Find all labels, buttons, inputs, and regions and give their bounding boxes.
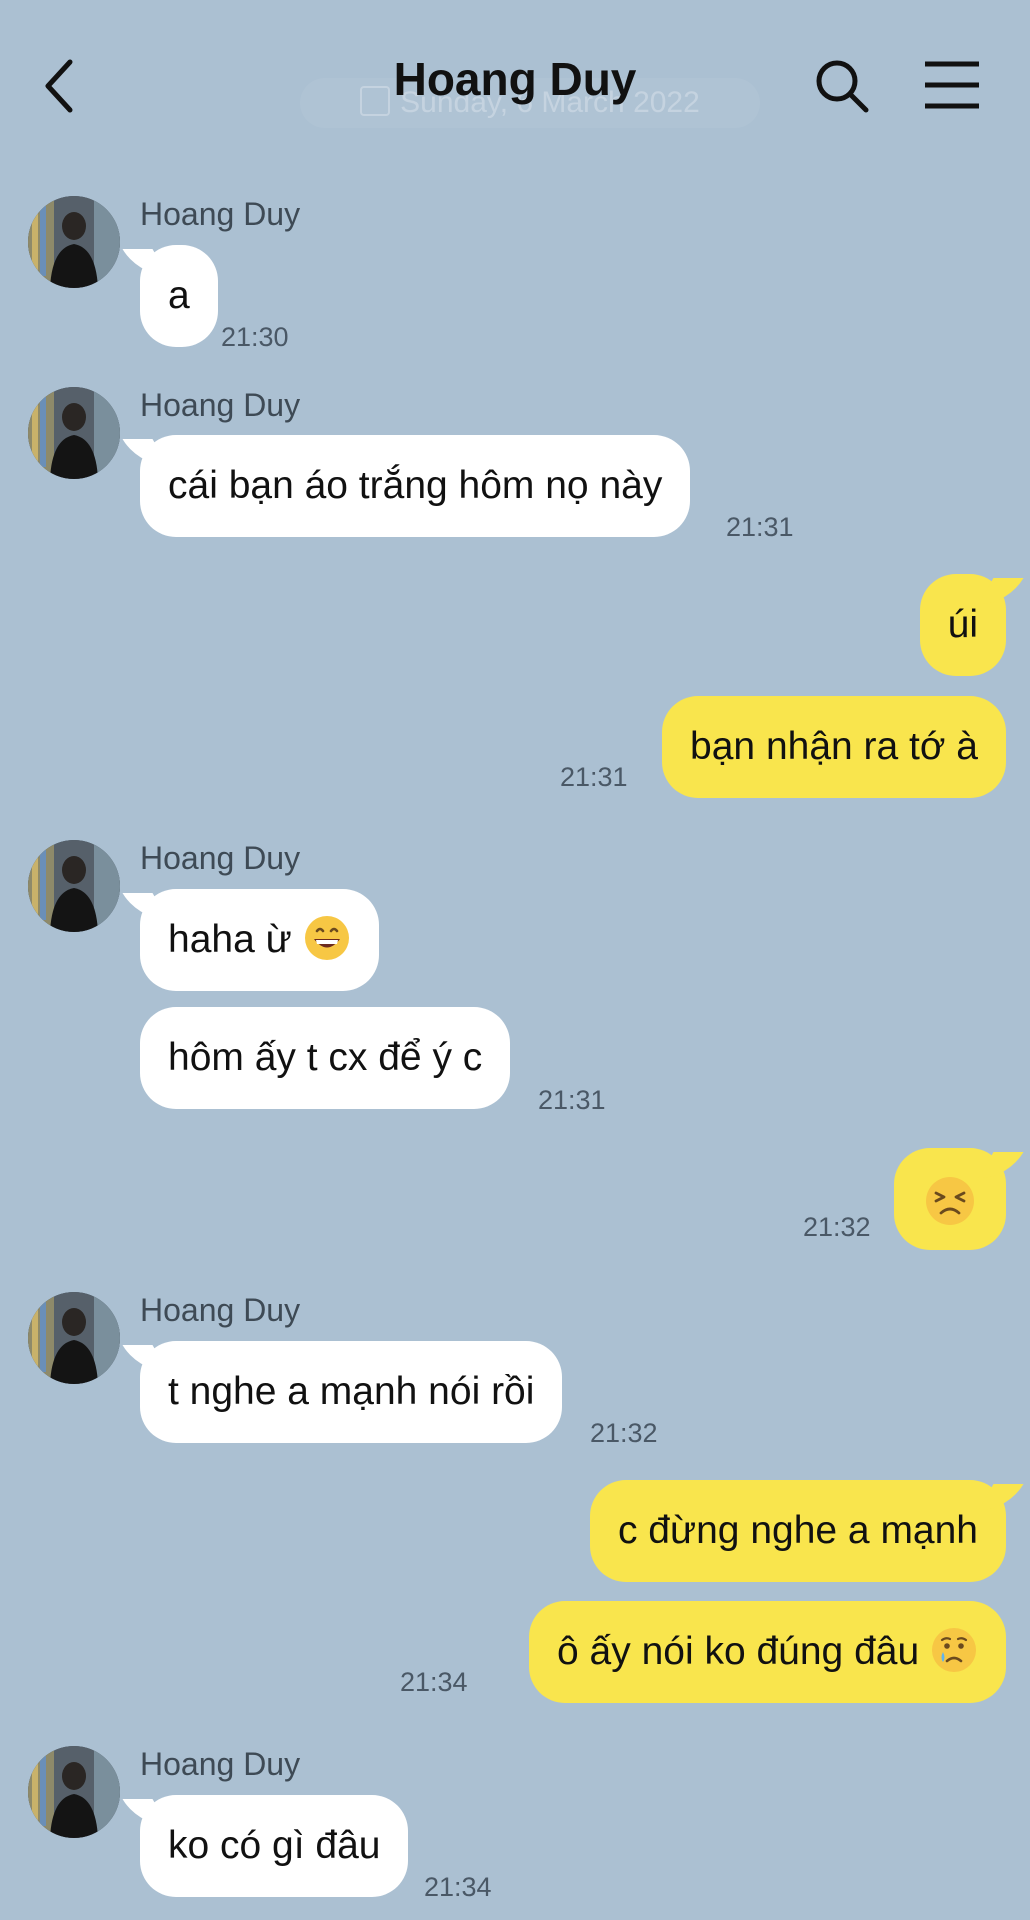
chevron-left-icon (45, 59, 73, 113)
message-bubble[interactable]: ko có gì đâu (140, 1795, 409, 1897)
back-button[interactable] (40, 56, 90, 116)
message-bubble-outgoing[interactable]: c đừng nghe a mạnh (589, 1480, 1006, 1582)
contact-avatar[interactable] (28, 1746, 120, 1838)
hamburger-menu-icon (925, 61, 979, 109)
message-text: ko có gì đâu (168, 1824, 381, 1867)
contact-avatar[interactable] (28, 387, 120, 479)
contact-avatar[interactable] (28, 1292, 120, 1384)
crying-face-emoji-icon (932, 1627, 976, 1672)
message-bubble[interactable]: a (140, 245, 218, 347)
message-bubble[interactable]: t nghe a mạnh nói rồi (140, 1341, 563, 1443)
search-icon (816, 60, 869, 113)
message-time: 21:32 (803, 1212, 871, 1242)
message-time: 21:31 (560, 762, 628, 792)
message-text: haha ừ (168, 918, 292, 961)
sender-name: Hoang Duy (140, 840, 301, 876)
message-text: a (168, 274, 190, 317)
grinning-face-emoji-icon (304, 915, 349, 960)
persevering-face-emoji-icon (926, 1176, 974, 1225)
message-bubble-outgoing[interactable] (894, 1148, 1006, 1250)
message-text: cái bạn áo trắng hôm nọ này (168, 464, 663, 507)
message-text: c đừng nghe a mạnh (617, 1509, 978, 1552)
message-time: 21:31 (538, 1085, 606, 1115)
avatar-photo (28, 840, 120, 932)
avatar-photo (28, 1746, 120, 1838)
message-time: 21:34 (424, 1872, 492, 1902)
message-bubble[interactable]: cái bạn áo trắng hôm nọ này (140, 435, 691, 537)
message-text: t nghe a mạnh nói rồi (168, 1370, 535, 1413)
message-time: 21:30 (221, 322, 289, 352)
contact-avatar[interactable] (28, 840, 120, 932)
message-text: ô ấy nói ko đúng đâu (557, 1630, 920, 1673)
message-bubble-outgoing[interactable]: bạn nhận ra tớ à (662, 696, 1006, 798)
avatar-photo (28, 196, 120, 288)
message-time: 21:32 (590, 1418, 658, 1448)
chat-title: Hoang Duy (393, 53, 637, 105)
chat-header: Sunday, 6 March 2022 Hoang Duy (0, 0, 1030, 170)
message-time: 21:34 (400, 1667, 468, 1697)
sender-name: Hoang Duy (140, 196, 301, 232)
message-bubble[interactable]: hôm ấy t cx để ý c (140, 1007, 511, 1109)
search-button[interactable] (812, 56, 872, 116)
message-text: hôm ấy t cx để ý c (168, 1036, 483, 1079)
sender-name: Hoang Duy (140, 1746, 301, 1782)
message-bubble-outgoing[interactable]: úi (919, 574, 1006, 676)
avatar-photo (28, 1292, 120, 1384)
menu-button[interactable] (922, 58, 982, 112)
sender-name: Hoang Duy (140, 1292, 301, 1328)
avatar-photo (28, 387, 120, 479)
message-text: úi (947, 603, 978, 646)
message-time: 21:31 (726, 512, 794, 542)
contact-avatar[interactable] (28, 196, 120, 288)
message-bubble[interactable]: haha ừ (140, 889, 379, 991)
message-bubble-outgoing[interactable]: ô ấy nói ko đúng đâu (529, 1601, 1006, 1703)
sender-name: Hoang Duy (140, 387, 301, 423)
message-text: bạn nhận ra tớ à (690, 725, 978, 768)
